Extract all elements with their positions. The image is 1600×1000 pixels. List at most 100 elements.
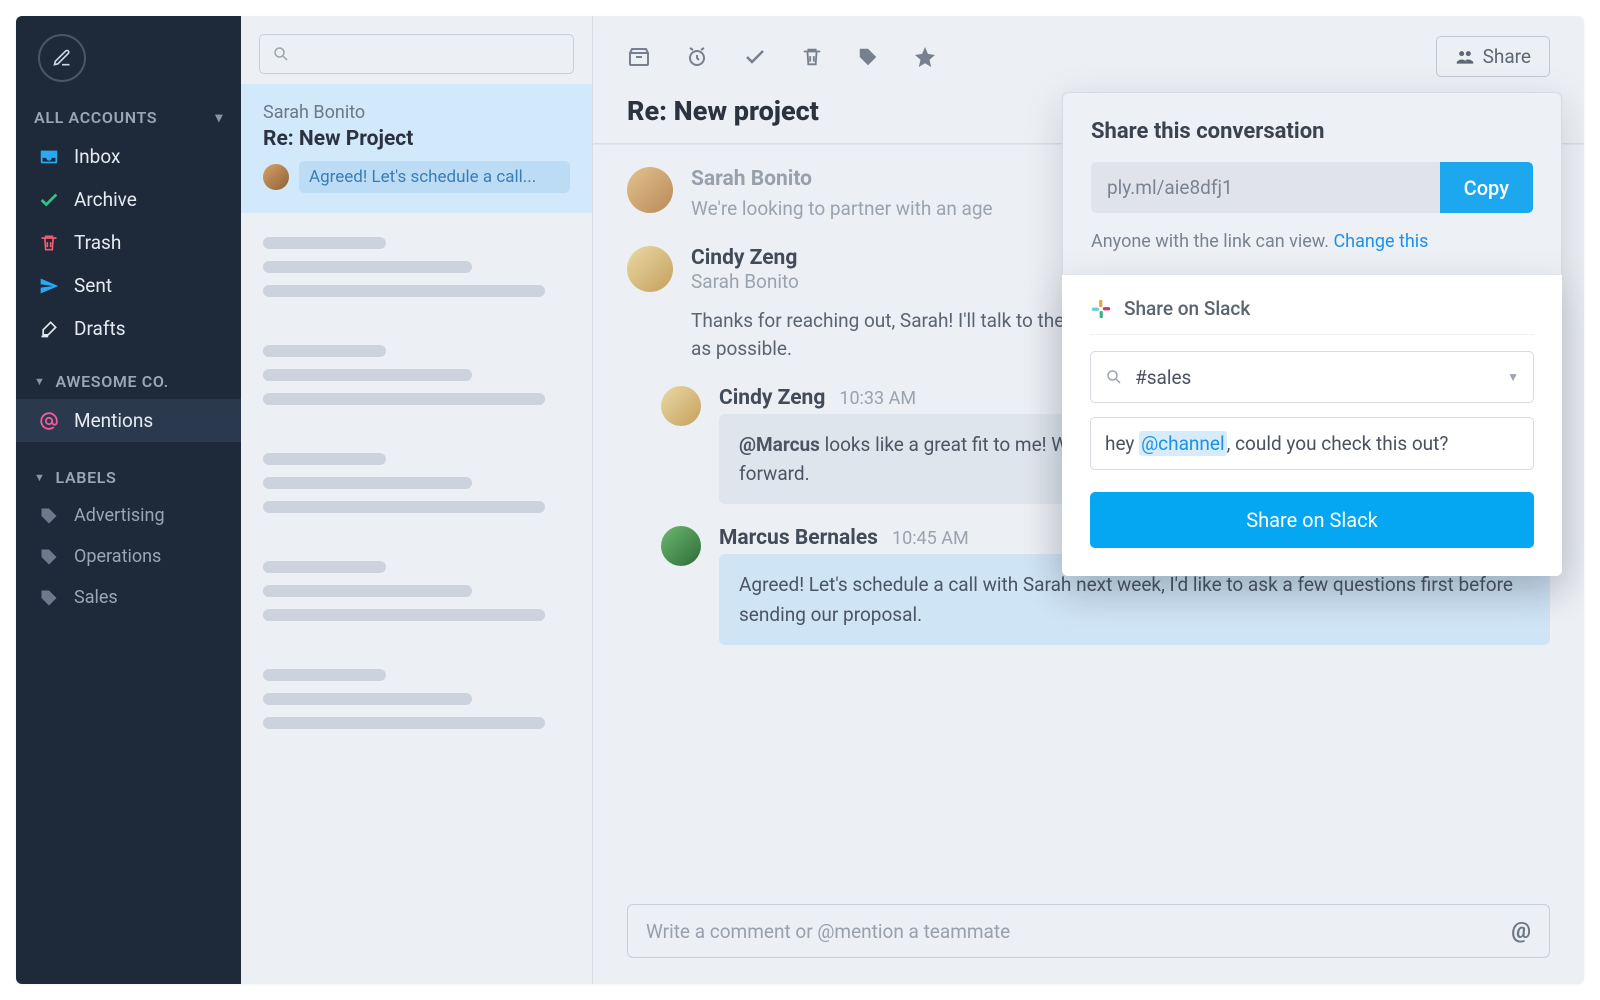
pencil-icon [38,319,60,339]
sidebar-item-sent[interactable]: Sent [16,264,241,307]
avatar [627,246,673,292]
placeholder-line [263,261,472,273]
at-icon[interactable]: @ [1511,919,1531,944]
avatar [661,386,701,426]
people-icon [1455,47,1475,67]
inbox-icon [627,45,651,69]
avatar [263,164,289,190]
chevron-down-icon: ▼ [34,375,46,388]
thread-list: Sarah Bonito Re: New Project Agreed! Let… [241,16,593,984]
sidebar-label-advertising[interactable]: Advertising [16,495,241,536]
slack-mention: @channel [1139,431,1227,456]
trash-icon [801,46,823,68]
sidebar-item-label: Advertising [74,505,165,526]
slack-share-button-label: Share on Slack [1246,508,1378,532]
sidebar-section-labels[interactable]: ▼ LABELS [16,460,241,495]
sidebar-item-trash[interactable]: Trash [16,221,241,264]
share-link-value: ply.ml/aie8dfj1 [1107,176,1233,199]
conversation-toolbar: Share [593,16,1584,77]
sidebar-item-label: Archive [74,188,137,211]
placeholder-line [263,285,545,297]
tag-icon [38,547,60,567]
search-input[interactable] [259,34,574,74]
placeholder-line [263,369,472,381]
sidebar-label-sales[interactable]: Sales [16,577,241,618]
sidebar-item-inbox[interactable]: Inbox [16,135,241,178]
tag-icon [38,588,60,608]
change-permission-link[interactable]: Change this [1333,231,1428,252]
avatar [627,167,673,213]
slack-card-title: Share on Slack [1124,297,1250,320]
mention[interactable]: @Marcus [739,433,820,456]
sidebar: ALL ACCOUNTS ▾ Inbox Archive Trash Se [16,16,241,984]
sidebar-item-label: Drafts [74,317,126,340]
slack-message-text-post: , could you check this out? [1227,432,1449,455]
check-icon [38,189,60,211]
share-link-field[interactable]: ply.ml/aie8dfj1 [1091,162,1440,213]
sidebar-item-label: Trash [74,231,121,254]
done-action[interactable] [743,45,767,69]
thread-preview: Agreed! Let's schedule a call... [299,161,570,193]
thread-item-placeholder[interactable] [241,537,592,645]
star-action[interactable] [913,45,937,69]
sidebar-item-mentions[interactable]: Mentions [16,399,241,442]
slack-share-button[interactable]: Share on Slack [1090,492,1534,548]
tag-icon [38,506,60,526]
sidebar-section-labels-label: LABELS [56,468,117,487]
placeholder-line [263,393,545,405]
message-recipient: Sarah Bonito [691,270,799,293]
placeholder-line [263,561,386,573]
sidebar-item-archive[interactable]: Archive [16,178,241,221]
placeholder-line [263,585,472,597]
check-icon [743,45,767,69]
message-author: Cindy Zeng [691,246,797,270]
message-time: 10:45 AM [892,528,969,549]
slack-message-input[interactable]: hey @channel, could you check this out? [1090,417,1534,470]
thread-item-selected[interactable]: Sarah Bonito Re: New Project Agreed! Let… [241,84,592,213]
sidebar-section-accounts-label: ALL ACCOUNTS [34,108,157,127]
chevron-down-icon: ▼ [34,471,46,484]
delete-action[interactable] [801,46,823,68]
placeholder-line [263,693,472,705]
comment-input[interactable]: Write a comment or @mention a teammate @ [627,904,1550,958]
message-text: Agreed! Let's schedule a call with Sarah… [739,573,1513,625]
thread-item-placeholder[interactable] [241,429,592,537]
thread-item-placeholder[interactable] [241,645,592,753]
placeholder-line [263,453,386,465]
sidebar-section-accounts[interactable]: ALL ACCOUNTS ▾ [16,100,241,135]
copy-button-label: Copy [1464,176,1509,200]
avatar [661,526,701,566]
sidebar-item-label: Inbox [74,145,120,168]
archive-action[interactable] [627,45,651,69]
search-icon [1105,368,1123,386]
placeholder-line [263,609,545,621]
sidebar-section-org-label: AWESOME CO. [56,372,169,391]
thread-item-placeholder[interactable] [241,213,592,321]
placeholder-line [263,237,386,249]
slack-share-card: Share on Slack #sales ▼ hey @channel, co… [1062,274,1562,576]
copy-link-button[interactable]: Copy [1440,162,1533,213]
placeholder-line [263,501,545,513]
paper-plane-icon [38,276,60,296]
message-author: Sarah Bonito [691,167,812,191]
placeholder-line [263,669,386,681]
trash-icon [38,233,60,253]
sidebar-section-org[interactable]: ▼ AWESOME CO. [16,364,241,399]
snooze-action[interactable] [685,45,709,69]
thread-item-placeholder[interactable] [241,321,592,429]
clock-icon [685,45,709,69]
slack-channel-value: #sales [1135,366,1191,389]
share-popover: Share this conversation ply.ml/aie8dfj1 … [1062,92,1562,576]
share-button[interactable]: Share [1436,36,1550,77]
tag-icon [857,46,879,68]
at-icon [38,410,60,432]
sidebar-label-operations[interactable]: Operations [16,536,241,577]
chevron-down-icon: ▼ [1507,370,1519,384]
label-action[interactable] [857,46,879,68]
slack-channel-select[interactable]: #sales ▼ [1090,351,1534,403]
share-button-label: Share [1483,45,1531,68]
inbox-icon [38,146,60,168]
conversation-pane: Share Re: New project Sarah Bonito We're… [593,16,1584,984]
compose-button[interactable] [38,34,86,82]
sidebar-item-drafts[interactable]: Drafts [16,307,241,350]
